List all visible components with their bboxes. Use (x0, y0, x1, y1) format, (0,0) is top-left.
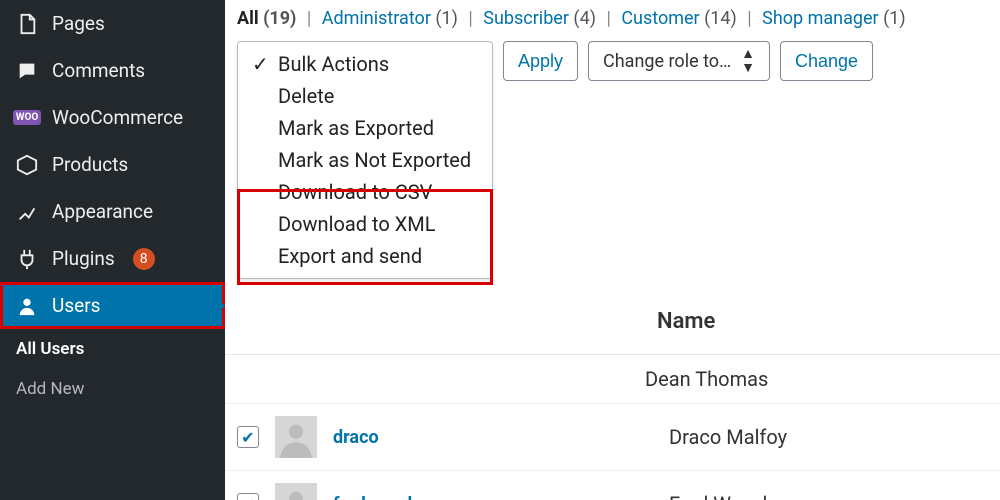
user-username[interactable]: fredweasley (333, 494, 613, 500)
plugins-icon (16, 248, 38, 270)
filter-administrator[interactable]: Administrator (1) (322, 8, 463, 29)
sidebar-subitem-add-new[interactable]: Add New (0, 369, 225, 409)
sidebar-item-comments[interactable]: Comments (0, 47, 225, 94)
sidebar-item-label: Users (52, 294, 100, 317)
woocommerce-icon: WOO (16, 107, 38, 129)
table-row: draco Draco Malfoy (225, 404, 1000, 471)
users-icon (16, 295, 38, 317)
sidebar-item-pages[interactable]: Pages (0, 0, 225, 47)
users-table-header: Name (225, 291, 1000, 355)
comments-icon (16, 60, 38, 82)
sidebar-item-plugins[interactable]: Plugins 8 (0, 235, 225, 282)
bulk-option-mark-not-exported[interactable]: Mark as Not Exported (238, 144, 492, 176)
sidebar-subitem-label: All Users (16, 339, 84, 359)
apply-button[interactable]: Apply (503, 41, 578, 81)
change-button[interactable]: Change (780, 41, 873, 81)
sidebar-item-users[interactable]: Users (0, 282, 225, 329)
bulk-option-bulk-actions[interactable]: Bulk Actions (238, 48, 492, 80)
sidebar-item-label: Plugins (52, 247, 115, 270)
change-role-select[interactable]: Change role to… ▲▼ (588, 41, 770, 81)
filter-customer[interactable]: Customer (14) (621, 8, 741, 29)
table-row: fredweasley Fred Weasley (225, 471, 1000, 500)
sidebar-item-woocommerce[interactable]: WOO WooCommerce (0, 94, 225, 141)
avatar (275, 483, 317, 500)
bulk-actions-dropdown[interactable]: Bulk Actions Delete Mark as Exported Mar… (237, 41, 493, 279)
row-checkbox[interactable] (237, 493, 259, 500)
table-row: Dean Thomas (225, 355, 1000, 404)
products-icon (16, 154, 38, 176)
sidebar-item-appearance[interactable]: Appearance (0, 188, 225, 235)
user-name: Fred Weasley (669, 492, 787, 500)
row-checkbox[interactable] (237, 426, 259, 448)
sidebar-item-products[interactable]: Products (0, 141, 225, 188)
filter-subscriber[interactable]: Subscriber (4) (483, 8, 600, 29)
plugins-update-badge: 8 (133, 248, 155, 270)
column-header-name[interactable]: Name (657, 309, 715, 334)
user-name: Dean Thomas (645, 367, 768, 391)
bulk-option-download-csv[interactable]: Download to CSV (238, 176, 492, 208)
sidebar-subitem-all-users[interactable]: All Users (0, 329, 225, 369)
sidebar-item-label: WooCommerce (52, 106, 183, 129)
sidebar-subitem-label: Add New (16, 379, 84, 399)
pages-icon (16, 13, 38, 35)
select-arrows-icon: ▲▼ (741, 47, 755, 75)
appearance-icon (16, 201, 38, 223)
change-role-label: Change role to… (603, 51, 731, 72)
user-username[interactable]: draco (333, 427, 613, 448)
filter-all[interactable]: All (19) (237, 8, 301, 29)
sidebar-item-label: Appearance (52, 200, 153, 223)
filter-shop-manager[interactable]: Shop manager (1) (762, 8, 906, 29)
role-filter-bar: All (19) | Administrator (1) | Subscribe… (225, 0, 1000, 35)
user-name: Draco Malfoy (669, 425, 787, 449)
bulk-option-delete[interactable]: Delete (238, 80, 492, 112)
bulk-option-export-send[interactable]: Export and send (238, 240, 492, 272)
avatar (275, 416, 317, 458)
bulk-actions-row: Bulk Actions Delete Mark as Exported Mar… (225, 35, 1000, 291)
bulk-option-mark-exported[interactable]: Mark as Exported (238, 112, 492, 144)
sidebar-item-label: Pages (52, 12, 105, 35)
users-main: All (19) | Administrator (1) | Subscribe… (225, 0, 1000, 500)
admin-sidebar: Pages Comments WOO WooCommerce Products … (0, 0, 225, 500)
sidebar-item-label: Products (52, 153, 128, 176)
bulk-option-download-xml[interactable]: Download to XML (238, 208, 492, 240)
sidebar-item-label: Comments (52, 59, 145, 82)
